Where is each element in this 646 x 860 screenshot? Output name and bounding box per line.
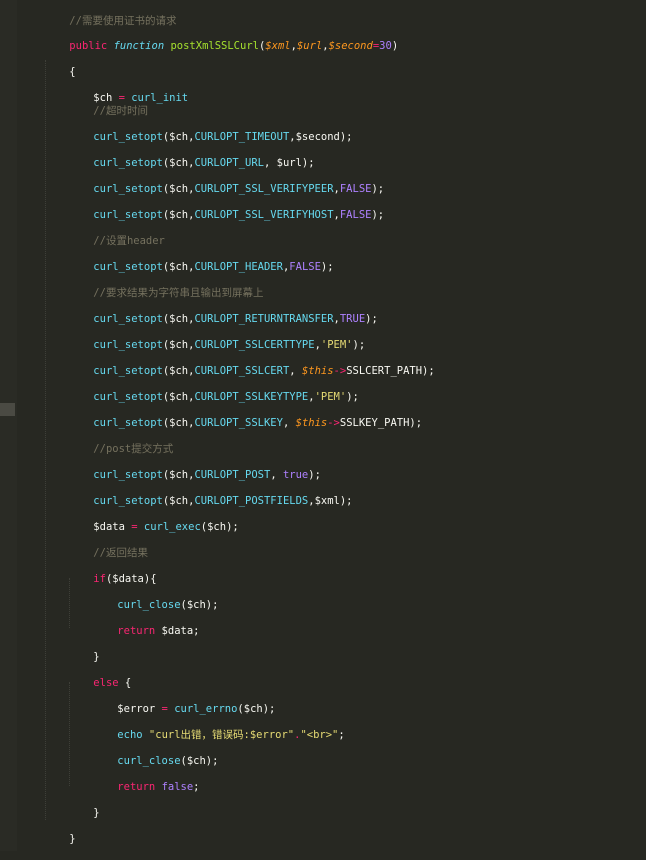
keyword: function	[113, 40, 165, 52]
parameter: $url	[296, 40, 323, 52]
code-line: public function postXmlSSLCurl($xml,$url…	[69, 40, 399, 52]
code-line: {	[44, 51, 75, 78]
code-line: if($data){	[93, 573, 157, 585]
code-line: else {	[93, 677, 132, 689]
code-line: }	[93, 807, 100, 819]
code-line: curl_setopt($ch,CURLOPT_SSLCERT, $this->…	[93, 365, 435, 377]
code-line: $error = curl_errno($ch);	[117, 703, 276, 715]
code-line: curl_close($ch);	[117, 755, 219, 767]
code-line: curl_setopt($ch,CURLOPT_SSLKEYTYPE,'PEM'…	[93, 391, 359, 403]
code-line: //需要使用证书的请求	[44, 0, 176, 27]
indent-guide	[45, 60, 47, 820]
code-line: }	[93, 651, 100, 663]
code-line: curl_setopt($ch,CURLOPT_POSTFIELDS,$xml)…	[93, 495, 353, 507]
code-editor[interactable]: //需要使用证书的请求 public function postXmlSSLCu…	[0, 0, 646, 851]
code-line: return false;	[117, 781, 200, 793]
code-line: }	[69, 833, 76, 845]
code-line: //要求结果为字符串且输出到屏幕上	[68, 272, 263, 299]
code-line: $data = curl_exec($ch);	[93, 521, 239, 533]
code-line: curl_setopt($ch,CURLOPT_SSL_VERIFYHOST,F…	[93, 209, 385, 221]
code-line: curl_setopt($ch,CURLOPT_URL, $url);	[93, 157, 315, 169]
code-line: curl_setopt($ch,CURLOPT_TIMEOUT,$second)…	[93, 131, 353, 143]
function-name: postXmlSSLCurl	[170, 40, 259, 52]
code-line: curl_setopt($ch,CURLOPT_SSLCERTTYPE,'PEM…	[93, 339, 366, 351]
code-line: $ch = curl_init	[93, 92, 189, 104]
code-line: curl_setopt($ch,CURLOPT_RETURNTRANSFER,T…	[93, 313, 378, 325]
code-line: curl_setopt($ch,CURLOPT_SSLKEY, $this->S…	[93, 417, 423, 429]
code-line: //超时时间	[68, 90, 148, 117]
code-line: return $data;	[117, 625, 200, 637]
code-line: //post提交方式	[68, 428, 173, 455]
code-line: curl_setopt($ch,CURLOPT_HEADER,FALSE);	[93, 261, 334, 273]
code-line: //设置header	[68, 220, 165, 247]
code-line: echo "curl出错，错误码:$error"."<br>";	[117, 729, 345, 741]
code-line: curl_close($ch);	[117, 599, 219, 611]
number: 30	[379, 40, 392, 52]
parameter: $xml	[265, 40, 291, 52]
code-line: //返回结果	[68, 532, 148, 559]
code-line: curl_setopt($ch,CURLOPT_SSL_VERIFYPEER,F…	[93, 183, 385, 195]
code-line: curl_setopt($ch,CURLOPT_POST, true);	[93, 469, 321, 481]
parameter: $second	[328, 40, 373, 52]
